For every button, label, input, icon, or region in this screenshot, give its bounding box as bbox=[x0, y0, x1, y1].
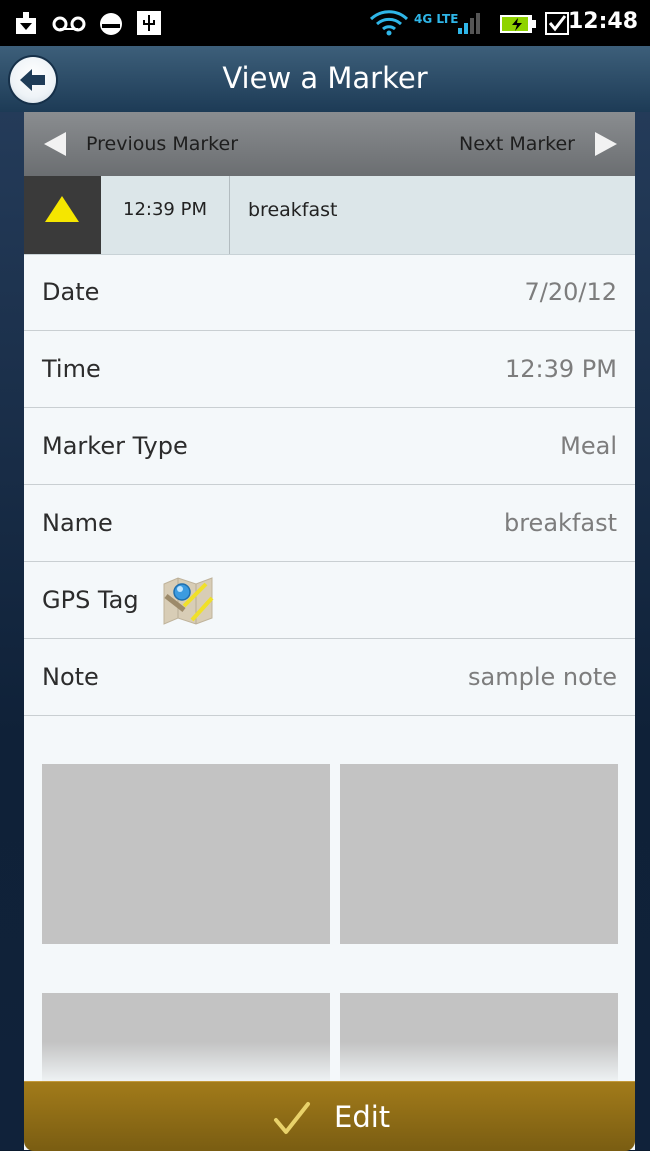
usb-icon bbox=[137, 11, 161, 35]
name-value: breakfast bbox=[503, 509, 617, 537]
note-label: Note bbox=[42, 663, 99, 691]
clock: 12:48 bbox=[567, 9, 638, 34]
map-pin-icon[interactable] bbox=[162, 576, 214, 626]
summary-time: 12:39 PM bbox=[101, 176, 230, 254]
marker-type-value: Meal bbox=[560, 432, 617, 460]
summary-name: breakfast bbox=[248, 199, 338, 221]
edit-label: Edit bbox=[334, 1100, 391, 1134]
note-row: Note sample note bbox=[24, 639, 635, 716]
status-bar: 4G LTE 12:48 bbox=[0, 0, 650, 46]
signal-icon bbox=[458, 13, 480, 34]
page-title: View a Marker bbox=[222, 61, 428, 95]
date-label: Date bbox=[42, 278, 100, 306]
voicemail-icon bbox=[52, 16, 86, 32]
battery-charging-icon bbox=[500, 15, 536, 33]
warning-triangle-icon bbox=[45, 196, 79, 222]
time-value: 12:39 PM bbox=[505, 355, 617, 383]
name-label: Name bbox=[42, 509, 113, 537]
frame-right bbox=[634, 112, 650, 1150]
gps-tag-label: GPS Tag bbox=[42, 586, 139, 614]
title-bar: View a Marker bbox=[0, 46, 650, 113]
date-row: Date 7/20/12 bbox=[24, 254, 635, 331]
previous-marker-label: Previous Marker bbox=[86, 133, 239, 155]
marker-type-indicator bbox=[24, 176, 101, 254]
arrow-left-icon bbox=[44, 132, 66, 156]
name-row: Name breakfast bbox=[24, 485, 635, 562]
previous-marker-button[interactable]: Previous Marker bbox=[24, 112, 324, 176]
note-value: sample note bbox=[468, 663, 617, 691]
next-marker-label: Next Marker bbox=[459, 133, 575, 155]
download-icon bbox=[16, 12, 36, 34]
marker-details: Date 7/20/12 Time 12:39 PM Marker Type M… bbox=[24, 254, 635, 716]
checkbox-icon bbox=[545, 12, 569, 35]
photo-thumbnail[interactable] bbox=[340, 764, 618, 944]
network-type-label: 4G LTE bbox=[414, 12, 459, 26]
arrow-right-icon bbox=[595, 132, 617, 156]
marker-type-row: Marker Type Meal bbox=[24, 408, 635, 485]
android-icon bbox=[100, 13, 122, 35]
next-marker-button[interactable]: Next Marker bbox=[335, 112, 635, 176]
marker-summary: 12:39 PM breakfast bbox=[24, 176, 635, 255]
scroll-fade bbox=[24, 1042, 635, 1082]
marker-type-label: Marker Type bbox=[42, 432, 188, 460]
time-row: Time 12:39 PM bbox=[24, 331, 635, 408]
marker-navigation: Previous Marker Next Marker bbox=[24, 112, 635, 176]
time-label: Time bbox=[42, 355, 101, 383]
wifi-icon bbox=[369, 10, 409, 36]
checkmark-icon bbox=[274, 1102, 310, 1134]
edit-button[interactable]: Edit bbox=[24, 1081, 635, 1151]
photo-thumbnail[interactable] bbox=[42, 764, 330, 944]
date-value: 7/20/12 bbox=[524, 278, 617, 306]
gps-tag-row: GPS Tag bbox=[24, 562, 635, 639]
marker-panel: Previous Marker Next Marker 12:39 PM bre… bbox=[24, 112, 635, 1150]
frame-left bbox=[0, 112, 24, 1150]
